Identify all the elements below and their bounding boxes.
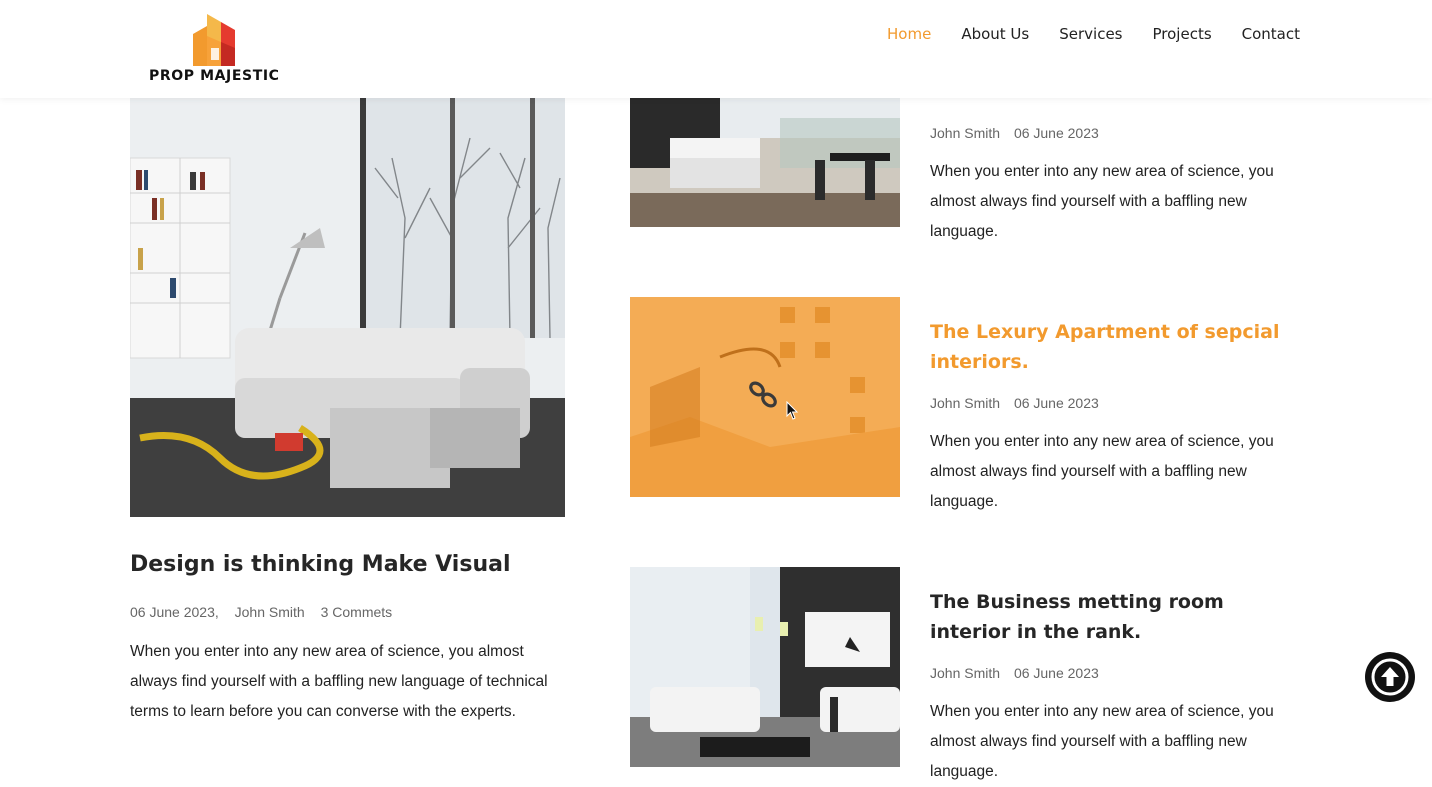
nav-services[interactable]: Services [1059, 24, 1122, 44]
post-author[interactable]: John Smith [930, 125, 1000, 141]
post-author[interactable]: John Smith [235, 604, 305, 620]
nav-projects[interactable]: Projects [1153, 24, 1212, 44]
post-3-title[interactable]: The Business metting room interior in th… [930, 587, 1300, 647]
post-3-image[interactable] [630, 567, 900, 767]
post-1-image[interactable] [630, 98, 900, 227]
post-comments-link[interactable]: 3 Commets [321, 604, 393, 620]
post-2-meta: John Smith 06 June 2023 [930, 395, 1109, 411]
post-2-excerpt: When you enter into any new area of scie… [930, 433, 1274, 510]
post-date: 06 June 2023, [130, 604, 219, 620]
back-to-top-button[interactable] [1364, 651, 1416, 703]
post-2-title[interactable]: The Lexury Apartment of sepcial interior… [930, 317, 1300, 377]
logo-wordmark: PROP MAJESTIC [149, 68, 280, 84]
post-date: 06 June 2023 [1013, 665, 1099, 681]
post-3-excerpt: When you enter into any new area of scie… [930, 703, 1274, 780]
nav-about-us[interactable]: About Us [961, 24, 1029, 44]
kitchen-photo [630, 98, 900, 227]
post-1-excerpt: When you enter into any new area of scie… [930, 163, 1274, 240]
post-1-meta: John Smith 06 June 2023 [930, 125, 1109, 141]
mouse-cursor-icon [786, 401, 799, 420]
post-2-image[interactable] [630, 297, 900, 497]
post-date: 06 June 2023 [1013, 125, 1099, 141]
post-author[interactable]: John Smith [930, 665, 1000, 681]
nav-contact[interactable]: Contact [1242, 24, 1300, 44]
post-date: 06 June 2023 [1013, 395, 1099, 411]
featured-post-meta: 06 June 2023, John Smith 3 Commets [130, 604, 404, 620]
arrow-up-circle-icon [1365, 652, 1415, 702]
site-logo[interactable]: PROP MAJESTIC [149, 12, 289, 84]
post-3-meta: John Smith 06 June 2023 [930, 665, 1109, 681]
main-nav: Home About Us Services Projects Contact [887, 24, 1300, 44]
logo-mark-icon [193, 14, 235, 66]
meeting-room-photo [630, 567, 900, 767]
site-header: PROP MAJESTIC Home About Us Services Pro… [0, 0, 1432, 98]
apartment-photo [630, 297, 900, 497]
featured-post-image[interactable] [130, 98, 565, 517]
featured-post-title[interactable]: Design is thinking Make Visual [130, 552, 511, 577]
featured-post-excerpt: When you enter into any new area of scie… [130, 643, 548, 720]
post-author[interactable]: John Smith [930, 395, 1000, 411]
living-room-photo [130, 98, 565, 517]
nav-home[interactable]: Home [887, 24, 931, 44]
